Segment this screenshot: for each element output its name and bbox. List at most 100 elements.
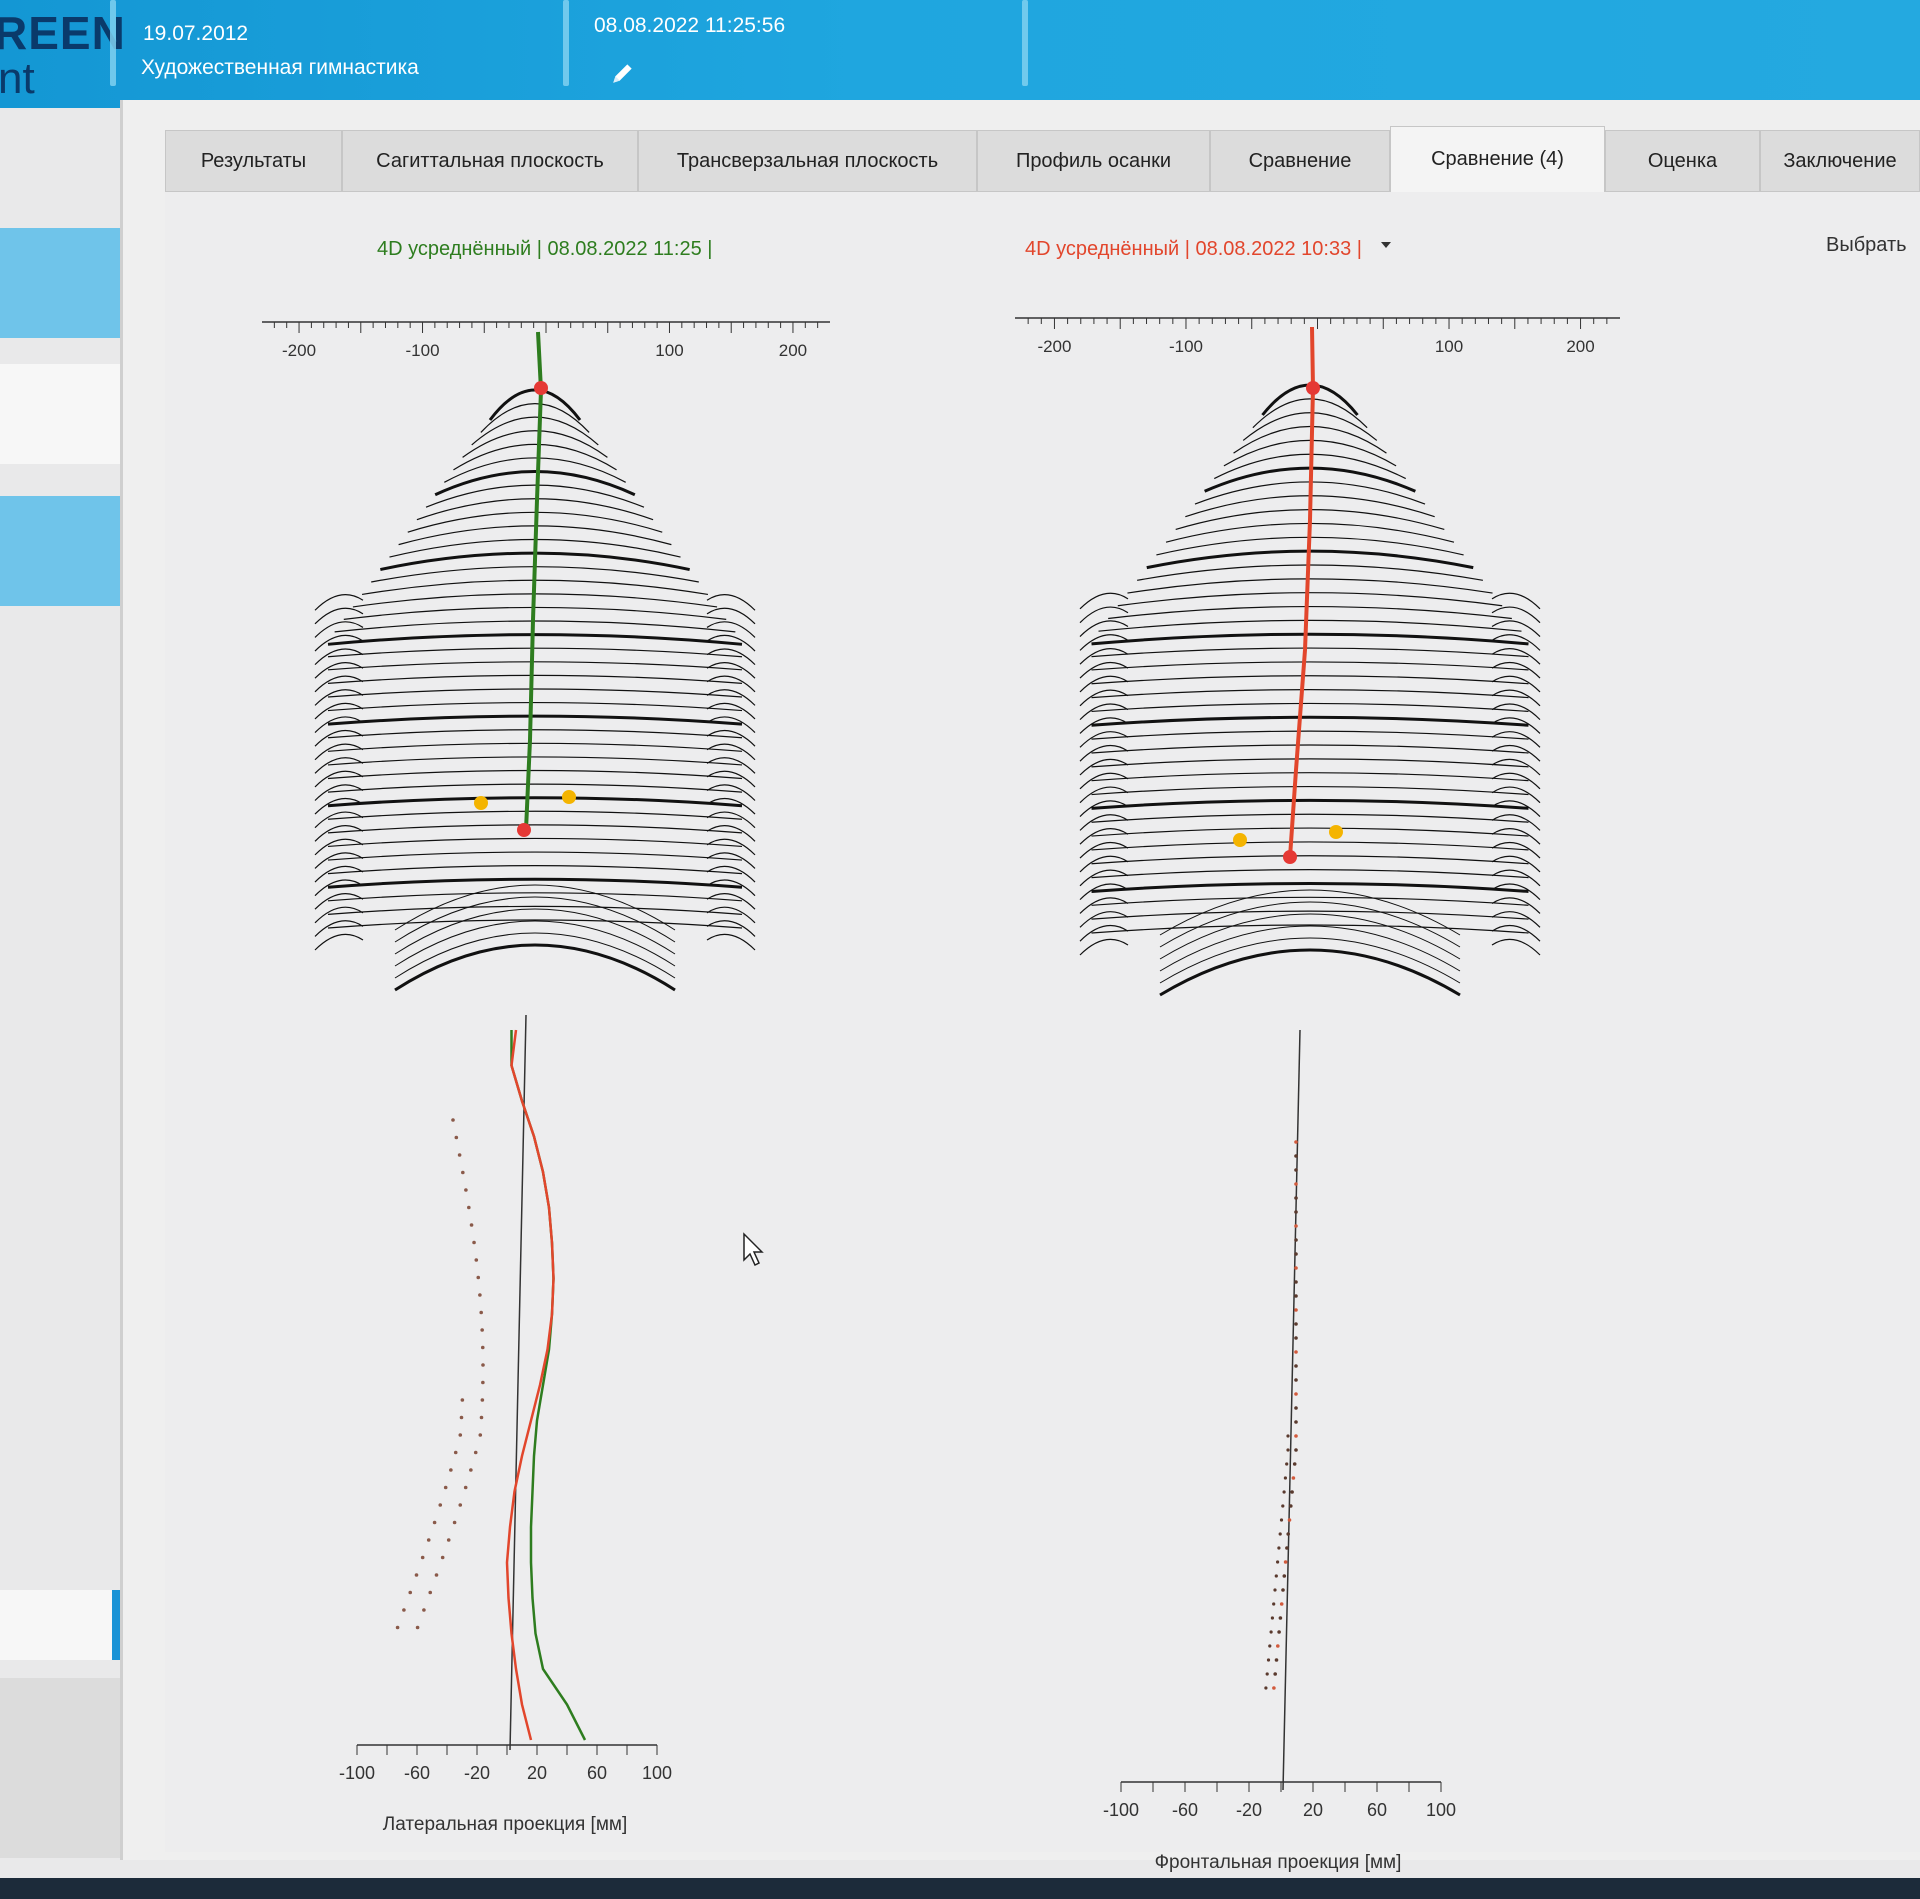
arm-contour-line bbox=[706, 825, 756, 842]
arm-contour-line bbox=[1079, 841, 1129, 859]
contour-line bbox=[1091, 661, 1529, 671]
arm-contour-line bbox=[1491, 689, 1541, 707]
contour-line bbox=[327, 647, 743, 658]
contour-line bbox=[327, 633, 743, 646]
series-point bbox=[472, 1240, 476, 1245]
arm-contour-line bbox=[314, 607, 364, 625]
arm-contour-line bbox=[1079, 814, 1129, 831]
axis-tick-label: -100 bbox=[1169, 337, 1203, 356]
series-point bbox=[1272, 1686, 1276, 1690]
arm-contour-line bbox=[314, 729, 364, 747]
reference-line bbox=[1282, 1029, 1301, 1791]
x-axis-label: Фронтальная проекция [мм] bbox=[1155, 1852, 1402, 1873]
series-point bbox=[434, 1573, 439, 1577]
series-point bbox=[479, 1310, 483, 1315]
series-point bbox=[1274, 1658, 1279, 1662]
series-point bbox=[1294, 1336, 1298, 1340]
series-point bbox=[1268, 1644, 1272, 1648]
arm-contour-line bbox=[314, 811, 364, 829]
contour-line bbox=[1091, 896, 1529, 906]
series-point bbox=[1294, 1308, 1298, 1312]
series-point bbox=[451, 1118, 455, 1122]
arm-contour-line bbox=[1079, 772, 1129, 790]
series-point bbox=[440, 1555, 445, 1560]
series-point bbox=[426, 1538, 431, 1542]
contour-line bbox=[327, 742, 743, 752]
arm-contour-line bbox=[314, 933, 364, 951]
arm-contour-line bbox=[706, 811, 756, 829]
series-point bbox=[467, 1205, 471, 1210]
arm-contour-line bbox=[314, 865, 364, 883]
arm-contour-line bbox=[1491, 911, 1541, 928]
series-point bbox=[1294, 1224, 1298, 1228]
arm-contour-line bbox=[1491, 938, 1541, 956]
arm-contour-line bbox=[706, 743, 756, 761]
pelvis-contour-line bbox=[1159, 948, 1461, 997]
arm-contour-line bbox=[706, 906, 756, 924]
arm-contour-line bbox=[1491, 814, 1541, 831]
contour-line bbox=[327, 810, 743, 820]
series-point bbox=[449, 1468, 453, 1472]
vertebra-c7-marker bbox=[1306, 381, 1320, 395]
series-point bbox=[1274, 1574, 1278, 1578]
series-point bbox=[420, 1555, 425, 1560]
arm-contour-line bbox=[1079, 731, 1129, 748]
series-point bbox=[480, 1328, 484, 1332]
arm-contour-line bbox=[1079, 758, 1129, 776]
contour-line bbox=[1091, 702, 1529, 713]
series-point bbox=[469, 1468, 473, 1472]
series-point bbox=[1279, 1518, 1284, 1522]
contour-line bbox=[1108, 605, 1512, 620]
axis-tick-label: -20 bbox=[1236, 1800, 1262, 1820]
series-point bbox=[1282, 1574, 1287, 1578]
arm-contour-line bbox=[314, 906, 364, 924]
arm-contour-line bbox=[1491, 661, 1541, 679]
axis-tick-label: -200 bbox=[282, 341, 316, 360]
axis-tick-label: -100 bbox=[339, 1763, 375, 1783]
series-point bbox=[1294, 1252, 1298, 1256]
series-point bbox=[1286, 1532, 1290, 1536]
contour-line bbox=[453, 443, 617, 471]
axis-tick-label: 20 bbox=[527, 1763, 547, 1783]
series-point bbox=[1281, 1504, 1285, 1508]
contour-line bbox=[434, 470, 636, 497]
series-point bbox=[1294, 1392, 1298, 1396]
pelvis-contour-line bbox=[394, 932, 676, 979]
series-point bbox=[438, 1503, 443, 1507]
contour-line bbox=[327, 769, 743, 780]
arm-contour-line bbox=[314, 757, 364, 774]
series-point bbox=[1281, 1588, 1285, 1592]
contour-line bbox=[1091, 689, 1529, 699]
arm-contour-line bbox=[706, 920, 756, 937]
axis-tick-label: 200 bbox=[1566, 337, 1594, 356]
series-point bbox=[1266, 1658, 1271, 1662]
pelvis-contour-line bbox=[1159, 913, 1461, 960]
pelvis-marker-left bbox=[1233, 833, 1247, 847]
contour-line bbox=[334, 620, 736, 633]
series-point bbox=[474, 1258, 479, 1262]
series-point bbox=[469, 1223, 474, 1227]
series-point bbox=[1277, 1630, 1281, 1634]
taskbar bbox=[0, 1878, 1920, 1899]
axis-tick-label: 60 bbox=[1367, 1800, 1387, 1820]
pelvis-contour-line bbox=[394, 943, 676, 992]
series-point bbox=[422, 1608, 426, 1612]
arm-contour-line bbox=[1079, 703, 1129, 721]
series-point bbox=[1278, 1532, 1282, 1536]
spine-line bbox=[1288, 326, 1316, 858]
arm-contour-line bbox=[706, 607, 756, 625]
series-point bbox=[1285, 1462, 1289, 1466]
arm-contour-line bbox=[314, 770, 364, 788]
series-point bbox=[454, 1135, 459, 1140]
series-point bbox=[1294, 1378, 1298, 1382]
axis-tick-label: -200 bbox=[1037, 337, 1071, 356]
arm-contour-line bbox=[1491, 855, 1541, 873]
arm-contour-line bbox=[1491, 841, 1541, 859]
series-point bbox=[1294, 1168, 1298, 1172]
arm-contour-line bbox=[706, 838, 756, 856]
arm-contour-line bbox=[1491, 924, 1541, 942]
series-point bbox=[478, 1293, 482, 1297]
x-axis-label: Латеральная проекция [мм] bbox=[383, 1814, 627, 1835]
series-point bbox=[1294, 1322, 1298, 1326]
series-point bbox=[1294, 1280, 1298, 1284]
